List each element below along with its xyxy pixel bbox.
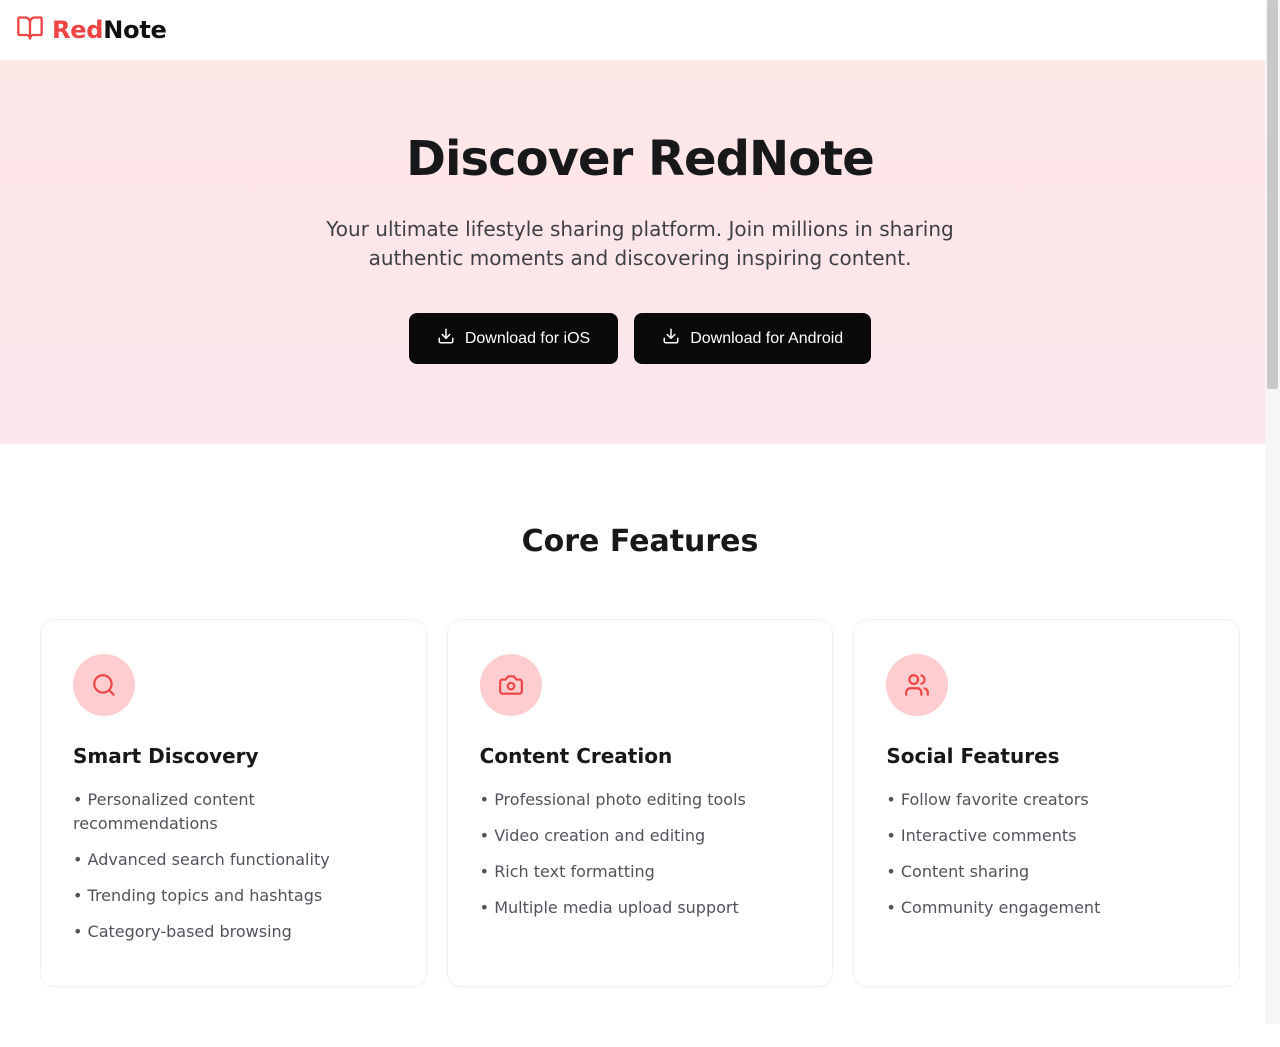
hero-title: Discover RedNote	[16, 131, 1264, 187]
feature-list: Follow favorite creators Interactive com…	[886, 788, 1207, 920]
list-item: Community engagement	[886, 896, 1207, 920]
list-item: Advanced search functionality	[73, 848, 394, 872]
scrollbar-thumb[interactable]	[1267, 0, 1278, 389]
list-item: Category-based browsing	[73, 920, 394, 944]
list-item: Rich text formatting	[480, 860, 801, 884]
download-ios-button[interactable]: Download for iOS	[409, 313, 618, 364]
feature-card-discovery: Smart Discovery Personalized content rec…	[40, 619, 427, 987]
download-ios-label: Download for iOS	[465, 330, 590, 348]
feature-cards: Smart Discovery Personalized content rec…	[40, 619, 1240, 987]
features-heading: Core Features	[16, 524, 1264, 559]
feature-list: Personalized content recommendations Adv…	[73, 788, 394, 944]
feature-list: Professional photo editing tools Video c…	[480, 788, 801, 920]
download-android-button[interactable]: Download for Android	[634, 313, 871, 364]
feature-card-creation: Content Creation Professional photo edit…	[447, 619, 834, 987]
list-item: Personalized content recommendations	[73, 788, 394, 836]
hero: Discover RedNote Your ultimate lifestyle…	[0, 61, 1280, 444]
feature-title: Social Features	[886, 744, 1207, 768]
list-item: Interactive comments	[886, 824, 1207, 848]
brand-text: RedNote	[52, 16, 167, 44]
list-item: Trending topics and hashtags	[73, 884, 394, 908]
list-item: Multiple media upload support	[480, 896, 801, 920]
cta-row: Download for iOS Download for Android	[16, 313, 1264, 364]
logo[interactable]: RedNote	[16, 14, 167, 46]
camera-icon	[480, 654, 542, 716]
brand-part2: Note	[103, 16, 166, 44]
features-section: Core Features Smart Discovery Personaliz…	[0, 444, 1280, 1047]
list-item: Professional photo editing tools	[480, 788, 801, 812]
download-icon	[437, 327, 455, 350]
book-open-icon	[16, 14, 44, 46]
list-item: Content sharing	[886, 860, 1207, 884]
feature-title: Smart Discovery	[73, 744, 394, 768]
scrollbar[interactable]	[1265, 0, 1280, 1024]
list-item: Video creation and editing	[480, 824, 801, 848]
topbar: RedNote	[0, 0, 1280, 61]
hero-subtitle: Your ultimate lifestyle sharing platform…	[320, 215, 960, 273]
download-android-label: Download for Android	[690, 330, 843, 348]
list-item: Follow favorite creators	[886, 788, 1207, 812]
feature-card-social: Social Features Follow favorite creators…	[853, 619, 1240, 987]
users-icon	[886, 654, 948, 716]
brand-part1: Red	[52, 16, 103, 44]
feature-title: Content Creation	[480, 744, 801, 768]
download-icon	[662, 327, 680, 350]
search-icon	[73, 654, 135, 716]
